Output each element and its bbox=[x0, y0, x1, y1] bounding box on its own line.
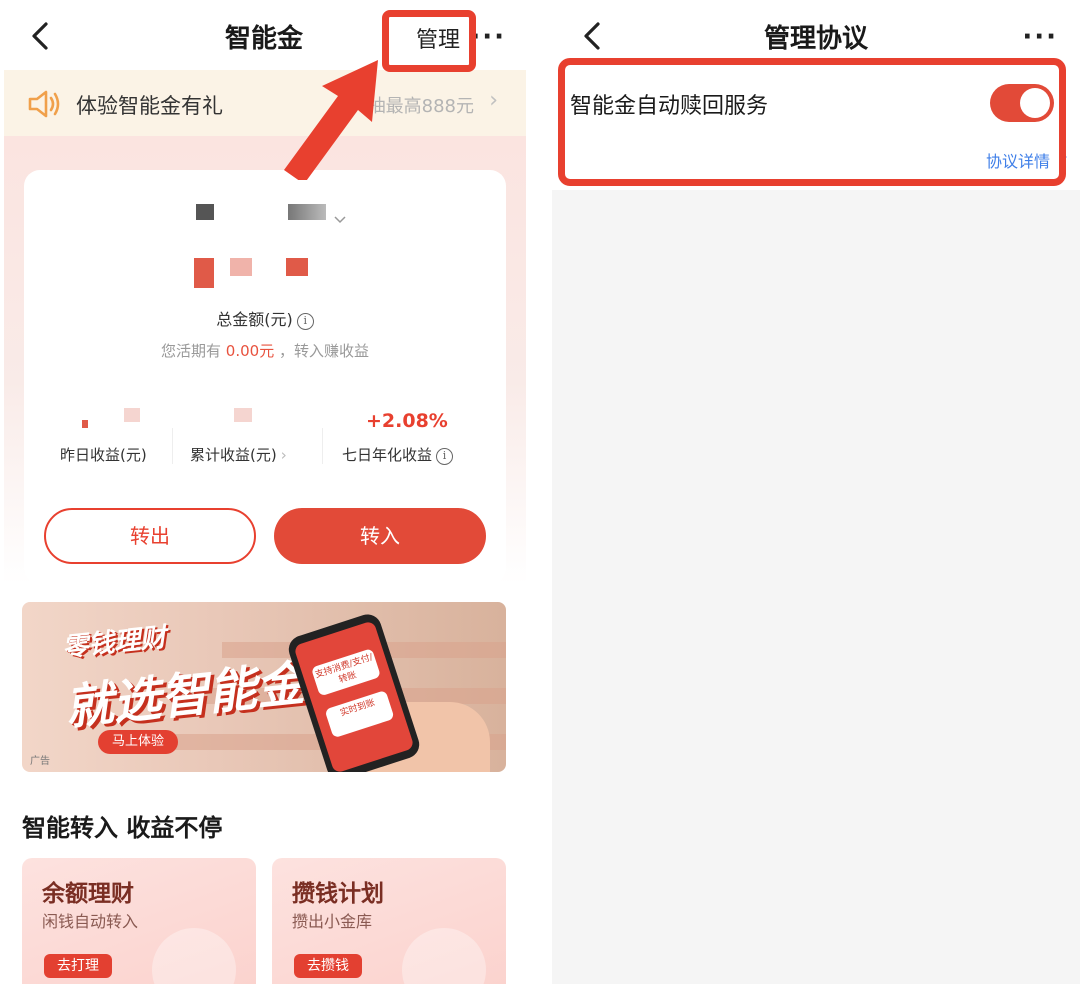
masked-amount bbox=[230, 258, 252, 276]
yesterday-earnings-label: 昨日收益(元) bbox=[60, 446, 147, 464]
stat-divider bbox=[172, 428, 173, 464]
right-screen: 管理协议 ··· 智能金自动赎回服务 协议详情 › bbox=[552, 0, 1080, 984]
phone-pill: 支持消费/支付/转账 bbox=[310, 648, 382, 697]
section-title: 智能转入 收益不停 bbox=[22, 814, 223, 842]
speaker-icon bbox=[26, 88, 64, 124]
cumulative-earnings-link[interactable]: 累计收益(元) › bbox=[190, 444, 287, 465]
total-amount-label: 总金额(元) i bbox=[24, 306, 506, 330]
stat-divider bbox=[322, 428, 323, 464]
feature-title: 余额理财 bbox=[42, 881, 134, 907]
balance-card: 总金额(元) i 您活期有 0.00元 ，转入赚收益 +2.08% 昨日收益(元)… bbox=[24, 170, 506, 584]
hint-suffix: ，转入赚收益 bbox=[278, 342, 369, 360]
feature-card-balance[interactable]: 余额理财 闲钱自动转入 去打理 bbox=[22, 858, 256, 984]
info-icon[interactable]: i bbox=[296, 313, 314, 330]
manage-highlight-box bbox=[382, 10, 476, 72]
ad-banner[interactable]: 零钱理财 就选智能金 马上体验 广告 支持消费/支付/转账 实时到账 bbox=[22, 602, 506, 772]
transfer-in-button[interactable]: 转入 bbox=[274, 508, 486, 564]
feature-button[interactable]: 去攒钱 bbox=[294, 954, 362, 978]
pointer-arrow-icon bbox=[284, 60, 378, 180]
masked-amount bbox=[286, 258, 308, 276]
feature-title: 攒钱计划 bbox=[292, 881, 384, 907]
masked-account-name bbox=[288, 204, 326, 220]
promo-text: 体验智能金有礼 bbox=[76, 94, 223, 118]
service-highlight-box bbox=[558, 58, 1066, 186]
info-icon[interactable]: i bbox=[436, 448, 454, 465]
seven-day-yield-label: 七日年化收益 bbox=[342, 446, 433, 464]
hint-prefix: 您活期有 bbox=[161, 342, 222, 360]
feature-subtitle: 闲钱自动转入 bbox=[42, 912, 139, 931]
page-title: 管理协议 bbox=[763, 24, 868, 54]
decorative-circle bbox=[402, 928, 486, 984]
feature-button[interactable]: 去打理 bbox=[44, 954, 112, 978]
chevron-right-icon: › bbox=[489, 88, 498, 113]
masked-account-name bbox=[196, 204, 214, 220]
seven-day-yield-label-wrap: 七日年化收益 i bbox=[342, 444, 454, 465]
phone-pill: 实时到账 bbox=[324, 689, 395, 739]
cumulative-earnings-label: 累计收益(元) bbox=[190, 446, 277, 464]
total-amount-text: 总金额(元) bbox=[216, 310, 293, 329]
masked-total-value bbox=[234, 408, 252, 422]
banner-headline: 零钱理财 bbox=[60, 622, 168, 664]
more-options-icon[interactable]: ··· bbox=[1022, 22, 1058, 52]
hint-amount: 0.00元 bbox=[225, 342, 275, 360]
chevron-down-icon[interactable] bbox=[334, 210, 346, 224]
masked-yesterday-value bbox=[124, 408, 140, 422]
masked-amount bbox=[194, 258, 214, 288]
transfer-out-button[interactable]: 转出 bbox=[44, 508, 256, 564]
masked-yesterday-value bbox=[82, 420, 88, 428]
feature-subtitle: 攒出小金库 bbox=[292, 912, 373, 931]
panel-divider bbox=[528, 0, 552, 984]
feature-card-saving[interactable]: 攒钱计划 攒出小金库 去攒钱 bbox=[272, 858, 506, 984]
seven-day-yield-value: +2.08% bbox=[366, 410, 448, 432]
balance-hint: 您活期有 0.00元 ，转入赚收益 bbox=[24, 340, 506, 361]
ad-label: 广告 bbox=[30, 756, 50, 767]
decorative-circle bbox=[152, 928, 236, 984]
chevron-right-icon: › bbox=[280, 446, 287, 464]
left-screen: 智能金 管理 ··· 体验智能金有礼 抽最高888元 › 总金额(元) i 您活期… bbox=[0, 0, 528, 984]
banner-cta-button[interactable]: 马上体验 bbox=[98, 730, 178, 754]
